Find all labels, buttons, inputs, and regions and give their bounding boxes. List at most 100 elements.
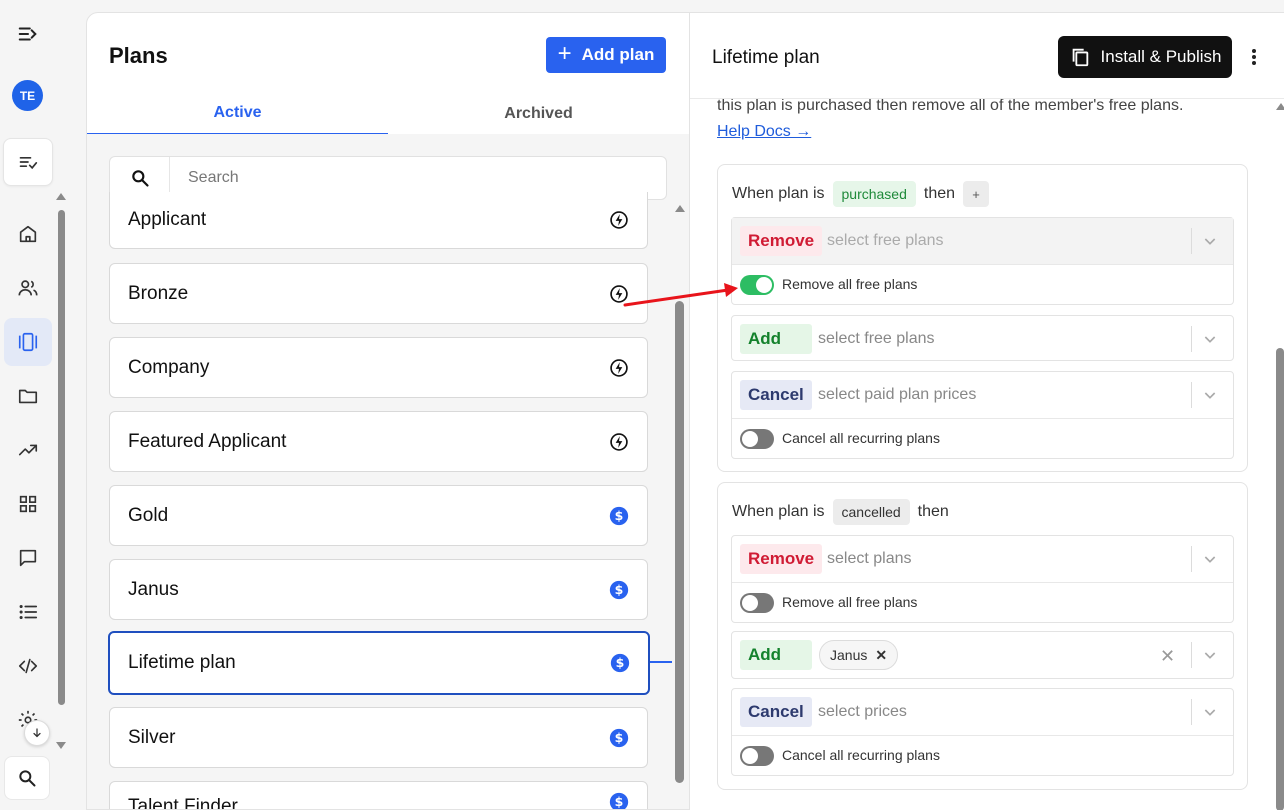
event-chip-cancelled[interactable]: cancelled (832, 499, 910, 525)
plan-item-bronze[interactable]: Bronze (109, 263, 648, 324)
chevron-down-icon[interactable] (1202, 551, 1218, 567)
list-scroll-up[interactable] (675, 205, 685, 212)
checklist-button[interactable] (3, 138, 53, 186)
select-placeholder: select prices (818, 703, 907, 720)
add-plan-button[interactable]: + Add plan (546, 37, 666, 73)
rail-scroll-down[interactable] (56, 742, 66, 749)
remove-tag: Remove (740, 544, 823, 574)
trending-icon[interactable] (12, 434, 44, 466)
remove-action: Remove select plans Remove all free plan… (731, 535, 1234, 623)
tab-archived[interactable]: Archived (388, 93, 689, 135)
install-publish-button[interactable]: Install & Publish (1058, 36, 1232, 78)
cancel-all-recurring-toggle[interactable] (740, 746, 774, 766)
cancel-select[interactable]: Cancel select prices (732, 689, 1233, 735)
cancel-all-recurring-toggle[interactable] (740, 429, 774, 449)
toggle-label: Cancel all recurring plans (782, 747, 940, 763)
avatar[interactable]: TE (12, 80, 43, 111)
rail-search-button[interactable] (4, 756, 50, 800)
plans-icon[interactable] (12, 326, 44, 358)
chevron-down-icon[interactable] (1202, 233, 1218, 249)
remove-select[interactable]: Remove select plans (732, 536, 1233, 582)
plan-item-gold[interactable]: Gold $ (109, 485, 648, 546)
plan-item-company[interactable]: Company (109, 337, 648, 398)
plan-item-talent-finder[interactable]: Talent Finder $ (109, 781, 648, 809)
svg-text:$: $ (616, 655, 625, 670)
event-chip-purchased[interactable]: purchased (832, 181, 916, 207)
toggle-row: Cancel all recurring plans (732, 735, 1233, 775)
help-docs-link[interactable]: Help Docs → (717, 123, 811, 141)
more-options-icon[interactable] (1246, 45, 1262, 69)
select-divider (1191, 228, 1192, 254)
checklist-icon (18, 152, 38, 172)
folder-icon[interactable] (12, 380, 44, 412)
list-scrollbar[interactable] (675, 301, 684, 783)
add-select[interactable]: Add Janus ✕ ✕ (732, 632, 1233, 678)
selection-connector (650, 661, 672, 663)
add-action: Add Janus ✕ ✕ (731, 631, 1234, 679)
plan-name: Lifetime plan (128, 652, 236, 673)
plan-name: Company (128, 356, 210, 378)
users-icon[interactable] (12, 272, 44, 304)
plans-panel: Plans + Add plan Active Archived Applica… (86, 12, 690, 810)
list-icon[interactable] (12, 596, 44, 628)
clear-selection-icon[interactable]: ✕ (1160, 646, 1175, 667)
select-divider (1191, 699, 1192, 725)
remove-chip-icon[interactable]: ✕ (875, 647, 887, 664)
arrow-down-icon[interactable] (24, 720, 50, 746)
plan-name: Janus (128, 578, 179, 600)
remove-select[interactable]: Remove select free plans (732, 218, 1233, 264)
chevron-down-icon[interactable] (1202, 387, 1218, 403)
plan-item-applicant[interactable]: Applicant (109, 192, 648, 249)
plan-item-janus[interactable]: Janus $ (109, 559, 648, 620)
select-placeholder: select free plans (818, 330, 935, 347)
selected-plan-label: Janus (830, 647, 868, 663)
plan-name: Applicant (128, 209, 207, 230)
remove-all-free-plans-toggle[interactable] (740, 593, 774, 613)
chevron-down-icon[interactable] (1202, 704, 1218, 720)
toggle-row: Remove all free plans (732, 582, 1233, 622)
rule-condition: When plan is cancelled then (732, 499, 949, 525)
toggle-label: Remove all free plans (782, 594, 918, 610)
cancel-select[interactable]: Cancel select paid plan prices (732, 372, 1233, 418)
add-select[interactable]: Add select free plans (732, 316, 1233, 362)
plan-name: Silver (128, 726, 176, 748)
plan-name: Featured Applicant (128, 430, 287, 452)
rule-card-cancelled: When plan is cancelled then Remove selec… (717, 482, 1248, 790)
rail-scrollbar[interactable] (58, 210, 65, 705)
add-plan-label: Add plan (581, 45, 655, 64)
rail-scroll-up[interactable] (56, 193, 66, 200)
nav-rail: TE (0, 0, 66, 810)
plan-name: Bronze (128, 282, 189, 304)
when-label: When plan is (732, 185, 825, 202)
search-icon (17, 768, 37, 788)
chevron-down-icon[interactable] (1202, 331, 1218, 347)
svg-text:$: $ (615, 582, 624, 597)
chat-icon[interactable] (12, 542, 44, 574)
dollar-icon: $ (609, 580, 629, 600)
cancel-tag: Cancel (740, 380, 812, 410)
detail-scrollbar[interactable] (1276, 348, 1284, 810)
toggle-row: Cancel all recurring plans (732, 418, 1233, 458)
detail-header: Lifetime plan Install & Publish (690, 13, 1284, 99)
plan-list: Applicant Bronze Company Featured Applic… (87, 134, 689, 809)
page-title: Plans (109, 43, 168, 68)
then-label: then (923, 185, 956, 202)
dollar-icon: $ (609, 728, 629, 748)
tab-active[interactable]: Active (87, 93, 388, 135)
plan-item-featured-applicant[interactable]: Featured Applicant (109, 411, 648, 472)
plan-item-lifetime-plan[interactable]: Lifetime plan $ (108, 631, 650, 695)
copy-icon (1069, 46, 1091, 68)
add-action-icon[interactable]: + (963, 181, 990, 207)
select-placeholder: select free plans (827, 232, 944, 249)
home-icon[interactable] (12, 218, 44, 250)
code-icon[interactable] (12, 650, 44, 682)
apps-grid-icon[interactable] (12, 488, 44, 520)
svg-text:$: $ (615, 730, 624, 745)
chevron-down-icon[interactable] (1202, 647, 1218, 663)
dollar-icon: $ (609, 506, 629, 526)
detail-scroll-up[interactable] (1276, 103, 1284, 110)
plan-item-silver[interactable]: Silver $ (109, 707, 648, 768)
dollar-icon: $ (610, 653, 630, 673)
rule-card-purchased: When plan is purchased then + Remove sel… (717, 164, 1248, 472)
expand-menu-icon[interactable] (12, 18, 44, 50)
